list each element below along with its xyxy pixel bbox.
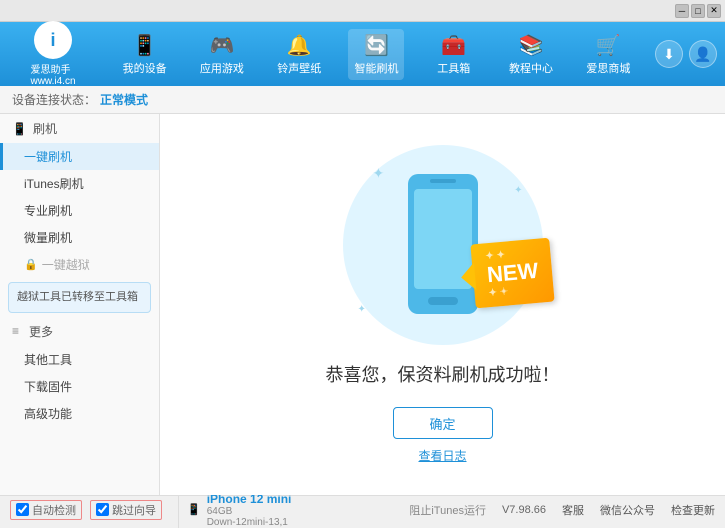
logo-icon: i [34, 21, 72, 59]
nav-item-smart-flash[interactable]: 🔄 智能刷机 [348, 29, 404, 80]
main-layout: 📱 刷机 一键刷机 iTunes刷机 专业刷机 微量刷机 🔒 一键越狱 越狱工具… [0, 114, 725, 495]
logo-text: 爱思助手 www.i4.cn [30, 61, 75, 87]
nav-label-apps-games: 应用游戏 [200, 60, 244, 76]
skip-wizard-label: 跳过向导 [112, 502, 156, 518]
confirm-button[interactable]: 确定 [393, 407, 493, 439]
skip-wizard-input[interactable] [96, 503, 109, 516]
flash-section-label: 刷机 [33, 120, 57, 137]
sidebar: 📱 刷机 一键刷机 iTunes刷机 专业刷机 微量刷机 🔒 一键越狱 越狱工具… [0, 114, 160, 495]
update-link[interactable]: 检查更新 [671, 502, 715, 518]
nav-item-store[interactable]: 🛒 爱思商城 [580, 29, 636, 80]
bottom-left: 自动检测 跳过向导 📱 iPhone 12 mini 64GB Down-12m… [10, 492, 409, 528]
sparkle-2: ✦ [514, 185, 522, 196]
nav-icon-apps-games: 🎮 [209, 33, 234, 58]
more-section-label: 更多 [29, 323, 53, 340]
skip-wizard-checkbox[interactable]: 跳过向导 [90, 500, 162, 520]
sidebar-item-one-click-flash[interactable]: 一键刷机 [0, 143, 159, 170]
nav-item-my-device[interactable]: 📱 我的设备 [117, 29, 173, 80]
user-button[interactable]: 👤 [689, 40, 717, 68]
bottom-right: 阻止iTunes运行 V7.98.66 客服 微信公众号 检查更新 [409, 502, 715, 518]
download-button[interactable]: ⬇ [655, 40, 683, 68]
version-label: V7.98.66 [502, 504, 546, 516]
success-illustration: ✦ ✦ ✦ [326, 145, 560, 464]
sidebar-item-download-firmware[interactable]: 下载固件 [0, 373, 159, 400]
nav-label-toolbox: 工具箱 [437, 60, 470, 76]
sidebar-item-advanced[interactable]: 高级功能 [0, 400, 159, 427]
device-icon: 📱 [187, 503, 201, 516]
logo-area: i 爱思助手 www.i4.cn [8, 21, 98, 87]
sidebar-section-jailbreak: 🔒 一键越狱 [0, 251, 159, 278]
nav-label-tutorial: 教程中心 [509, 60, 553, 76]
sidebar-item-itunes-flash[interactable]: iTunes刷机 [0, 170, 159, 197]
minimize-button[interactable]: ─ [675, 4, 689, 18]
bottom-bar: 自动检测 跳过向导 📱 iPhone 12 mini 64GB Down-12m… [0, 495, 725, 523]
service-link[interactable]: 客服 [562, 502, 584, 518]
sidebar-jailbreak-notice: 越狱工具已转移至工具箱 [8, 282, 151, 313]
auto-connect-input[interactable] [16, 503, 29, 516]
nav-icon-tutorial: 📚 [519, 33, 544, 58]
auto-connect-label: 自动检测 [32, 502, 76, 518]
nav-item-toolbox[interactable]: 🧰 工具箱 [426, 29, 482, 80]
sidebar-item-other-tools[interactable]: 其他工具 [0, 346, 159, 373]
status-bar: 设备连接状态： 正常模式 [0, 86, 725, 114]
wechat-link[interactable]: 微信公众号 [600, 502, 655, 518]
nav-icon-store: 🛒 [596, 33, 621, 58]
status-value: 正常模式 [100, 91, 148, 108]
title-bar: ─ □ ✕ [0, 0, 725, 22]
sparkle-1: ✦ [373, 165, 385, 182]
sparkle-3: ✦ [358, 304, 366, 315]
maximize-button[interactable]: □ [691, 4, 705, 18]
device-info: 📱 iPhone 12 mini 64GB Down-12mini-13,1 [178, 492, 291, 528]
nav-item-tutorial[interactable]: 📚 教程中心 [503, 29, 559, 80]
itunes-status: 阻止iTunes运行 [409, 502, 486, 518]
device-model: Down-12mini-13,1 [207, 517, 292, 528]
flash-section-icon: 📱 [12, 122, 27, 136]
window-controls[interactable]: ─ □ ✕ [675, 4, 721, 18]
journal-link[interactable]: 查看日志 [418, 447, 466, 464]
more-section-icon: ≡ [12, 324, 19, 338]
nav-icon-my-device: 📱 [132, 33, 157, 58]
nav-label-my-device: 我的设备 [123, 60, 167, 76]
jailbreak-label: 一键越狱 [42, 256, 90, 273]
lock-icon: 🔒 [24, 258, 38, 271]
nav-right: ⬇ 👤 [655, 40, 717, 68]
success-title: 恭喜您，保资料刷机成功啦！ [326, 361, 560, 387]
new-badge: ✦ ✦ NEW ✦ ✦ [471, 238, 556, 309]
nav-icon-ringtones: 🔔 [287, 33, 312, 58]
nav-item-ringtones[interactable]: 🔔 铃声壁纸 [271, 29, 327, 80]
nav-label-smart-flash: 智能刷机 [354, 60, 398, 76]
device-capacity: 64GB [207, 506, 292, 517]
status-label: 设备连接状态： [12, 91, 96, 108]
sidebar-item-micro-flash[interactable]: 微量刷机 [0, 224, 159, 251]
sidebar-section-flash[interactable]: 📱 刷机 [0, 114, 159, 143]
nav-label-ringtones: 铃声壁纸 [277, 60, 321, 76]
sidebar-item-pro-flash[interactable]: 专业刷机 [0, 197, 159, 224]
nav-icon-smart-flash: 🔄 [364, 33, 389, 58]
sidebar-section-more[interactable]: ≡ 更多 [0, 317, 159, 346]
nav-item-apps-games[interactable]: 🎮 应用游戏 [194, 29, 250, 80]
nav-label-store: 爱思商城 [586, 60, 630, 76]
header: i 爱思助手 www.i4.cn 📱 我的设备 🎮 应用游戏 🔔 铃声壁纸 🔄 … [0, 22, 725, 86]
content-area: ✦ ✦ ✦ [160, 114, 725, 495]
auto-connect-checkbox[interactable]: 自动检测 [10, 500, 82, 520]
close-button[interactable]: ✕ [707, 4, 721, 18]
nav-items: 📱 我的设备 🎮 应用游戏 🔔 铃声壁纸 🔄 智能刷机 🧰 工具箱 📚 教程中心… [106, 29, 647, 80]
nav-icon-toolbox: 🧰 [441, 33, 466, 58]
